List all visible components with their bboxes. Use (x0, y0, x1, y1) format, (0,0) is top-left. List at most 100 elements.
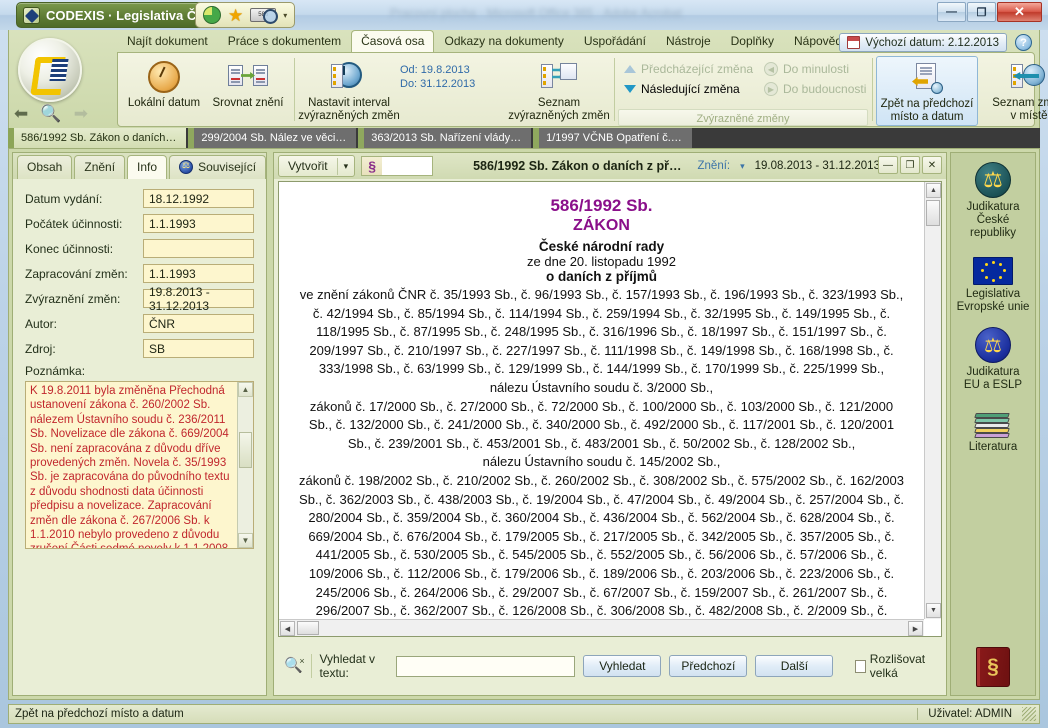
scroll-up-icon[interactable]: ▲ (238, 382, 253, 397)
tab-obsah[interactable]: Obsah (17, 155, 73, 179)
field-value[interactable]: SB (143, 339, 254, 358)
field-value[interactable]: ČNR (143, 314, 254, 333)
tab-info[interactable]: Info (127, 155, 168, 180)
find-search-button[interactable]: Vyhledat (583, 655, 662, 677)
divider (310, 654, 312, 678)
scroll-down-icon[interactable]: ▼ (238, 533, 253, 548)
match-case-checkbox[interactable] (855, 659, 866, 673)
help-icon[interactable]: ? (1015, 34, 1032, 51)
field-value[interactable]: 18.12.1992 (143, 189, 254, 208)
document-paragraph: ve znění zákonů ČNR č. 35/1993 Sb., č. 9… (299, 287, 904, 377)
vytvorit-button[interactable]: Vytvořit ▾ (278, 155, 356, 177)
vertical-scroll-thumb[interactable] (926, 200, 940, 226)
note-box[interactable]: K 19.8.2011 byla změněna Přechodná ustan… (25, 381, 254, 549)
seznam-zvyraznenych-zmen-button[interactable]: Seznam zvýrazněných změn (508, 56, 610, 126)
document-horizontal-scrollbar[interactable]: ◀ ▶ (279, 619, 924, 636)
nasledujici-zmena-button[interactable]: Následující změna (618, 79, 758, 99)
ribbon-tab-nastroje[interactable]: Nástroje (656, 31, 721, 52)
app-menu-button[interactable] (18, 38, 82, 102)
scroll-left-icon[interactable]: ◀ (280, 621, 295, 636)
document-tab-strip: 586/1992 Sb. Zákon o daních… 299/2004 Sb… (8, 128, 1040, 148)
scroll-thumb[interactable] (239, 432, 252, 468)
nastavit-interval-label-2: zvýrazněných změn (298, 110, 400, 122)
find-magnifier-icon[interactable]: 🔍 × (284, 656, 305, 676)
minimize-icon: — (946, 6, 957, 18)
find-input[interactable] (396, 655, 576, 677)
srovnat-zneni-label: Srovnat znění (212, 97, 284, 109)
chevron-down-icon[interactable]: ▾ (740, 161, 745, 172)
default-date-label: Výchozí datum: 2.12.2013 (865, 36, 999, 49)
predchazejici-zmena-button: Předcházející změna (618, 59, 758, 79)
tab-souvisejici[interactable]: Související (169, 155, 267, 179)
sidebar-item-legislativa-eu[interactable]: Legislativa Evropské unie (951, 244, 1035, 318)
lokalni-datum-label: Lokální datum (127, 97, 201, 109)
document-tab-586-1992[interactable]: 586/1992 Sb. Zákon o daních… (8, 128, 187, 148)
document-tab-299-2004[interactable]: 299/2004 Sb. Nález ve věci… (188, 128, 357, 148)
minimize-button[interactable]: — (937, 2, 966, 22)
paragraph-jump[interactable]: § (361, 156, 434, 176)
ribbon-tab-najit-dokument[interactable]: Najít dokument (117, 31, 218, 52)
paragraph-input[interactable] (382, 157, 433, 175)
default-date-button[interactable]: Výchozí datum: 2.12.2013 (839, 33, 1007, 52)
ribbon-tab-usporadani[interactable]: Uspořádání (574, 31, 656, 52)
ribbon-tab-odkazy-na-dokumenty[interactable]: Odkazy na dokumenty (434, 31, 573, 52)
quick-access-toolbar: ★ 586 ▾ (195, 2, 296, 28)
note-scrollbar[interactable]: ▲ ▼ (237, 382, 253, 548)
document-authority: České národní rady (538, 239, 665, 254)
eu-scales-icon: ⚖ (975, 327, 1011, 363)
ribbon-tab-prace-s-dokumentem[interactable]: Práce s dokumentem (218, 31, 351, 52)
sidebar-item-judikatura-cr[interactable]: ⚖ Judikatura České republiky (951, 153, 1035, 244)
find-next-button[interactable]: Další (755, 655, 834, 677)
scroll-down-icon[interactable]: ▼ (926, 603, 941, 618)
ribbon-tab-casova-osa[interactable]: Časová osa (351, 30, 435, 53)
sidebar-item-literatura[interactable]: Literatura (951, 396, 1035, 458)
mdi-restore-button[interactable]: ❐ (900, 156, 920, 174)
changes-here-icon (1011, 60, 1047, 94)
field-value[interactable]: 1.1.1993 (143, 264, 254, 283)
sidebar-item-judikatura-eu[interactable]: ⚖ Judikatura EU a ESLP (951, 318, 1035, 396)
mdi-minimize-button[interactable]: — (878, 156, 898, 174)
do-budoucnosti-button: ▶ Do budoucnosti (758, 79, 872, 99)
nastavit-interval-button[interactable]: Nastavit interval zvýrazněných změn (298, 56, 400, 126)
document-viewer[interactable]: 586/1992 Sb. ZÁKON České národní rady ze… (278, 181, 942, 637)
status-user: Uživatel: ADMIN (917, 708, 1022, 720)
chevron-down-icon[interactable]: ▾ (283, 11, 287, 20)
chevron-down-icon[interactable]: ▾ (336, 157, 355, 175)
find-close-icon[interactable]: × (299, 656, 304, 666)
document-vertical-scrollbar[interactable]: ▲ ▼ (924, 182, 941, 619)
back-arrow-icon[interactable]: ⬅ (14, 104, 28, 124)
application-window: Pracovní plocha · Microsoft Office 365 ·… (0, 0, 1048, 728)
search-icon[interactable]: 🔍 (40, 104, 61, 124)
scroll-up-icon[interactable]: ▲ (926, 183, 941, 198)
tab-zneni[interactable]: Znění (74, 155, 126, 179)
scroll-right-icon[interactable]: ▶ (908, 621, 923, 636)
srovnat-zneni-button[interactable]: Srovnat znění (206, 56, 290, 126)
resize-grip-icon[interactable] (1022, 707, 1036, 721)
seznam-label-2: zvýrazněných změn (508, 110, 610, 122)
horizontal-scroll-thumb[interactable] (297, 621, 319, 635)
field-value[interactable]: 19.8.2013 - 31.12.2013 (143, 285, 254, 313)
document-tab-1-1997[interactable]: 1/1997 VČNB Opatření č.… (533, 128, 692, 148)
document-tab-363-2013[interactable]: 363/2013 Sb. Nařízení vlády… (358, 128, 532, 148)
law-book-icon[interactable] (976, 647, 1010, 687)
find-prev-button[interactable]: Předchozí (669, 655, 748, 677)
seznam-zmen-v-miste-button[interactable]: Seznam změn v místě (978, 56, 1048, 126)
field-value[interactable]: 1.1.1993 (143, 214, 254, 233)
clock-orange-icon (146, 60, 182, 94)
favorites-star-icon[interactable]: ★ (228, 7, 243, 24)
ribbon-tab-doplnky[interactable]: Doplňky (721, 31, 784, 52)
field-value[interactable] (143, 239, 254, 258)
sidebar-item-label: Legislativa (965, 288, 1021, 300)
match-case-label: Rozlišovat velká (869, 652, 926, 680)
tab-color-bar (8, 128, 14, 148)
mdi-close-button[interactable]: ✕ (922, 156, 942, 174)
field-datum-vydani: Datum vydání: 18.12.1992 (25, 189, 254, 208)
close-button[interactable]: ✕ (997, 2, 1042, 22)
scales-icon: ⚖ (975, 162, 1011, 198)
zpet-na-predchozi-button[interactable]: Zpět na předchozí místo a datum (876, 56, 978, 126)
field-autor: Autor: ČNR (25, 314, 254, 333)
lokalni-datum-button[interactable]: Lokální datum (122, 56, 206, 126)
document-search-icon[interactable]: 586 (250, 8, 279, 24)
maximize-button[interactable]: ❐ (967, 2, 996, 22)
history-clock-icon[interactable] (203, 6, 221, 24)
